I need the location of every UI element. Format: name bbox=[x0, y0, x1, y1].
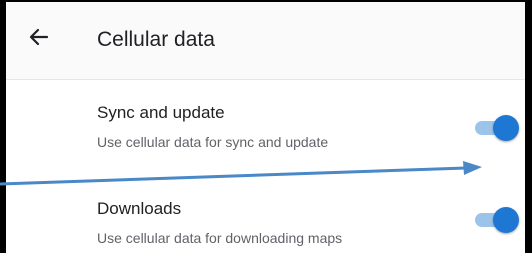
setting-subtitle: Use cellular data for downloading maps bbox=[97, 230, 343, 246]
setting-row-sync-and-update[interactable]: Sync and update Use cellular data for sy… bbox=[6, 80, 525, 160]
setting-title: Sync and update bbox=[97, 103, 225, 122]
downloads-toggle[interactable] bbox=[475, 205, 519, 235]
toggle-thumb bbox=[493, 115, 519, 141]
toggle-thumb bbox=[493, 207, 519, 233]
screenshot-frame: Cellular data Sync and update Use cellul… bbox=[0, 0, 532, 253]
setting-title: Downloads bbox=[97, 199, 182, 218]
setting-row-downloads[interactable]: Downloads Use cellular data for download… bbox=[6, 173, 525, 253]
page-title: Cellular data bbox=[97, 28, 215, 51]
arrow-left-icon[interactable] bbox=[27, 25, 51, 49]
sync-and-update-toggle[interactable] bbox=[475, 113, 519, 143]
setting-subtitle: Use cellular data for sync and update bbox=[97, 134, 329, 150]
app-bar: Cellular data bbox=[6, 2, 525, 80]
settings-screen: Cellular data Sync and update Use cellul… bbox=[6, 2, 525, 253]
